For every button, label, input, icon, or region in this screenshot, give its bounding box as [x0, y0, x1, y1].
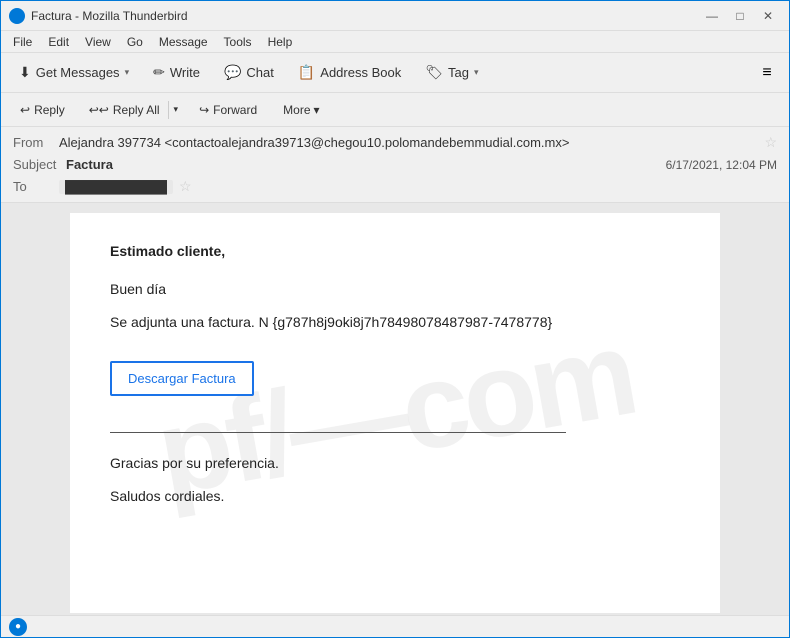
write-button[interactable]: ✏ Write [143, 58, 210, 88]
subject-left: Subject Factura [13, 157, 113, 172]
forward-icon: ↪ [199, 103, 209, 117]
title-bar: Factura - Mozilla Thunderbird — □ ✕ [1, 1, 789, 31]
forward-button[interactable]: ↪ Forward [188, 97, 268, 123]
menu-message[interactable]: Message [151, 33, 216, 51]
get-messages-button[interactable]: ⬇ Get Messages ▾ [9, 58, 139, 88]
tag-button[interactable]: 🏷 Tag ▾ [415, 58, 488, 88]
tag-icon: 🏷 [425, 64, 443, 81]
subject-label: Subject [13, 157, 56, 172]
reply-toolbar: ↩ Reply ↩↩ Reply All ▾ ↪ Forward More ▾ [1, 93, 789, 127]
forward-label: Forward [213, 103, 257, 117]
from-star-icon[interactable]: ☆ [764, 134, 777, 151]
status-icon: ● [9, 618, 27, 636]
menu-help[interactable]: Help [260, 33, 301, 51]
tag-label: Tag [448, 65, 469, 80]
address-book-label: Address Book [320, 65, 401, 80]
main-window: Factura - Mozilla Thunderbird — □ ✕ File… [0, 0, 790, 638]
menu-edit[interactable]: Edit [40, 33, 77, 51]
window-controls: — □ ✕ [699, 5, 781, 27]
write-icon: ✏ [153, 64, 165, 81]
reply-all-dropdown[interactable]: ▾ [169, 97, 184, 123]
tag-dropdown-arrow: ▾ [474, 67, 479, 78]
reply-button[interactable]: ↩ Reply [9, 97, 76, 123]
status-bar: ● [1, 615, 789, 637]
menu-tools[interactable]: Tools [216, 33, 260, 51]
minimize-button[interactable]: — [699, 5, 725, 27]
to-row: To ████████████ ☆ [13, 175, 777, 198]
address-book-button[interactable]: 📋 Address Book [288, 58, 411, 88]
reply-all-button[interactable]: ↩↩ Reply All [81, 97, 168, 123]
email-line2: Se adjunta una factura. N {g787h8j9oki8j… [110, 312, 680, 333]
menu-view[interactable]: View [77, 33, 119, 51]
menu-bar: File Edit View Go Message Tools Help [1, 31, 789, 53]
download-factura-button[interactable]: Descargar Factura [110, 361, 254, 396]
email-content: Estimado cliente, Buen día Se adjunta un… [110, 243, 680, 507]
chat-button[interactable]: 💬 Chat [214, 58, 284, 88]
divider-line [110, 432, 566, 433]
toolbar-menu-button[interactable]: ≡ [753, 59, 781, 87]
email-meta: From Alejandra 397734 <contactoalejandra… [1, 127, 789, 202]
reply-icon: ↩ [20, 103, 30, 117]
chat-icon: 💬 [224, 64, 241, 81]
get-messages-icon: ⬇ [19, 64, 31, 81]
to-value: ████████████ [59, 180, 173, 194]
email-closing1: Gracias por su preferencia. [110, 453, 680, 474]
close-button[interactable]: ✕ [755, 5, 781, 27]
address-book-icon: 📋 [298, 64, 315, 81]
reply-all-group: ↩↩ Reply All ▾ [80, 96, 184, 124]
email-body-container: pf/—com Estimado cliente, Buen día Se ad… [1, 203, 789, 615]
title-bar-left: Factura - Mozilla Thunderbird [9, 8, 188, 24]
main-toolbar: ⬇ Get Messages ▾ ✏ Write 💬 Chat 📋 Addres… [1, 53, 789, 93]
reply-all-icon: ↩↩ [89, 103, 109, 117]
to-star-icon[interactable]: ☆ [179, 178, 192, 195]
menu-file[interactable]: File [5, 33, 40, 51]
email-body: pf/—com Estimado cliente, Buen día Se ad… [70, 213, 720, 613]
subject-value: Factura [66, 157, 113, 172]
get-messages-dropdown-arrow: ▾ [125, 67, 130, 78]
maximize-button[interactable]: □ [727, 5, 753, 27]
to-label: To [13, 179, 53, 194]
window-title: Factura - Mozilla Thunderbird [31, 9, 188, 23]
email-line1: Buen día [110, 279, 680, 300]
chat-label: Chat [246, 65, 273, 80]
reply-label: Reply [34, 103, 65, 117]
date-value: 6/17/2021, 12:04 PM [666, 158, 777, 172]
subject-row: Subject Factura 6/17/2021, 12:04 PM [13, 154, 777, 175]
more-dropdown-arrow: ▾ [314, 103, 320, 117]
from-label: From [13, 135, 53, 150]
email-body-scroll[interactable]: pf/—com Estimado cliente, Buen día Se ad… [1, 203, 789, 615]
from-email: <contactoalejandra39713@chegou10.poloman… [165, 135, 570, 150]
reply-all-label: Reply All [113, 103, 160, 117]
email-header: ↩ Reply ↩↩ Reply All ▾ ↪ Forward More ▾ [1, 93, 789, 203]
from-name: Alejandra 397734 [59, 135, 161, 150]
from-value: Alejandra 397734 <contactoalejandra39713… [59, 135, 758, 150]
more-button[interactable]: More ▾ [272, 97, 330, 123]
thunderbird-icon [9, 8, 25, 24]
get-messages-label: Get Messages [36, 65, 120, 80]
write-label: Write [170, 65, 200, 80]
menu-go[interactable]: Go [119, 33, 151, 51]
from-row: From Alejandra 397734 <contactoalejandra… [13, 131, 777, 154]
status-indicator: ● [15, 621, 21, 632]
email-greeting: Estimado cliente, [110, 243, 680, 259]
more-label: More [283, 103, 310, 117]
email-closing2: Saludos cordiales. [110, 486, 680, 507]
